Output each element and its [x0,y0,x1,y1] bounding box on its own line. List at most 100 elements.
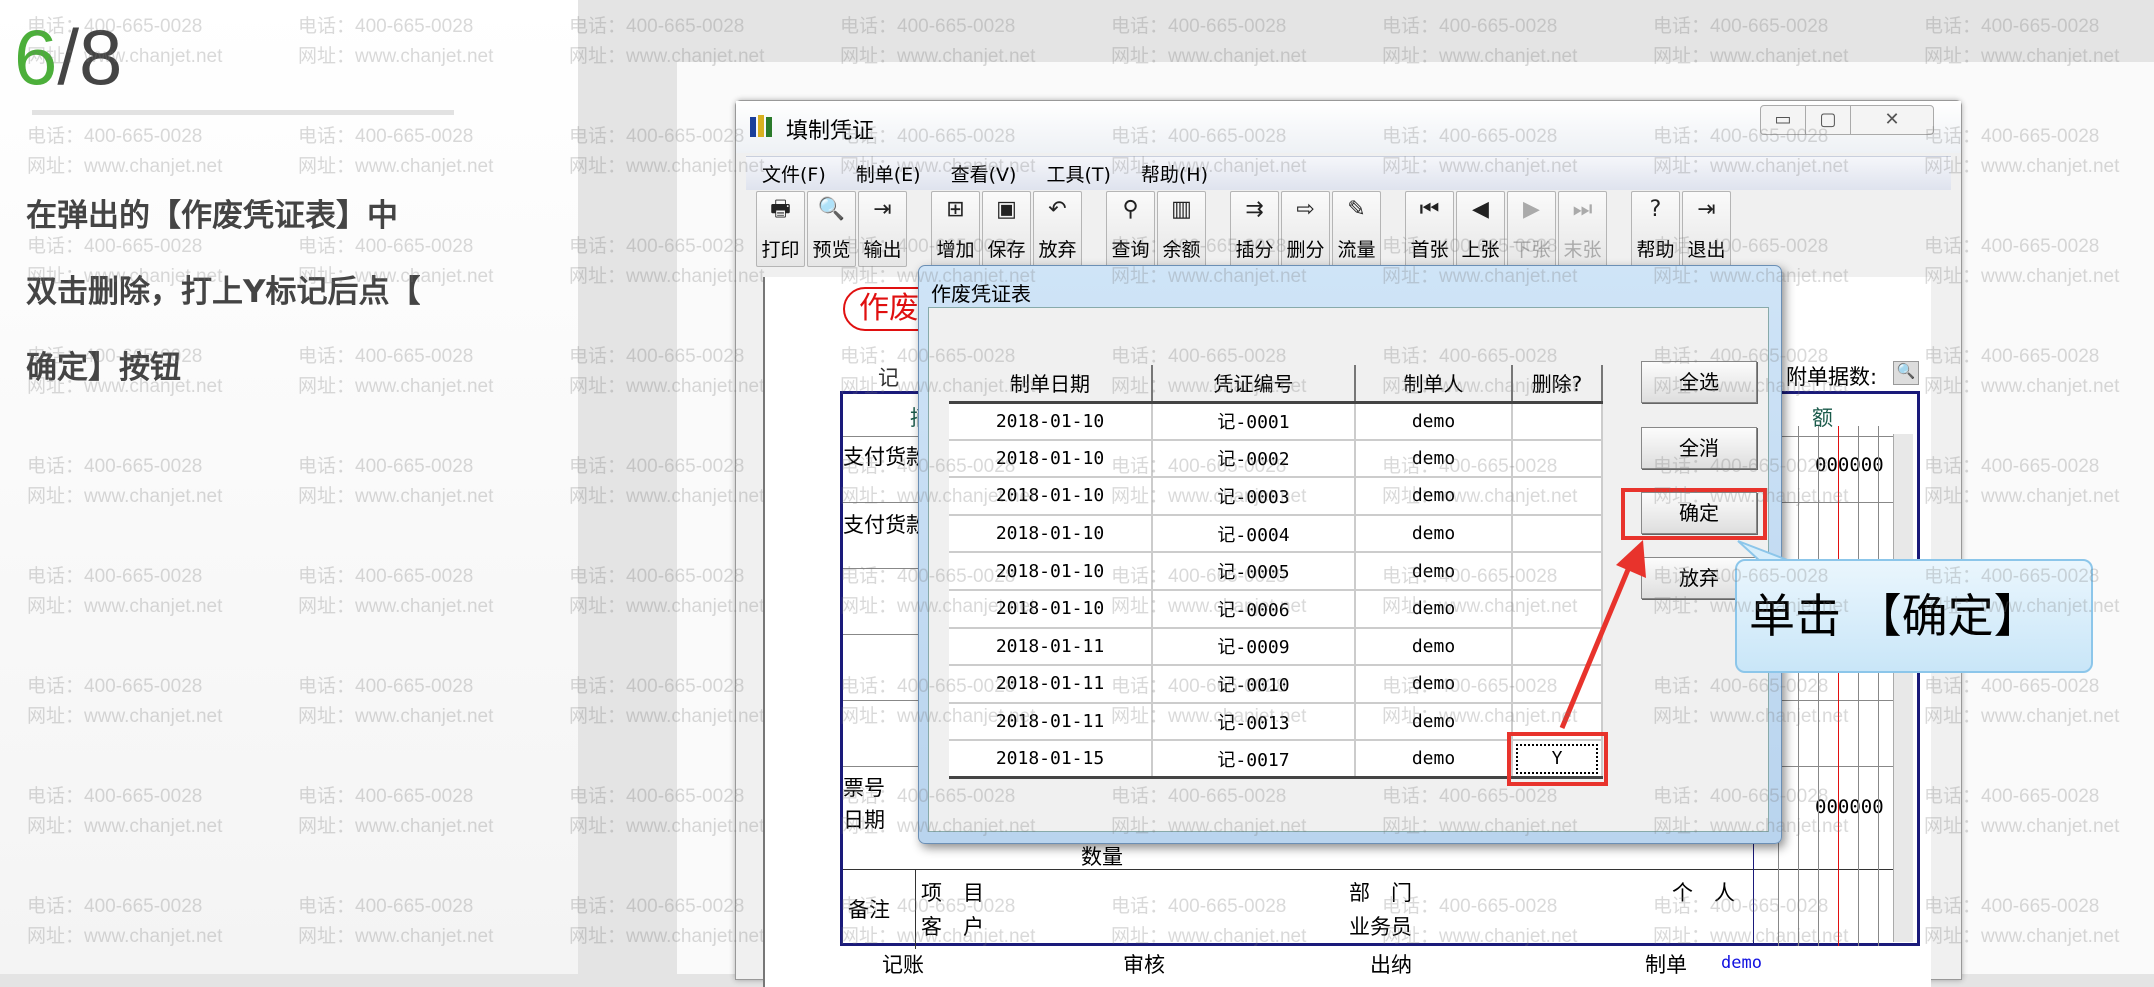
toolbar-button-add[interactable]: ⊞ 增加 [931,191,980,267]
date-cell[interactable]: 2018-01-15 [949,740,1153,780]
date-cell[interactable]: 2018-01-10 [949,477,1153,516]
voucher-no-cell[interactable]: 记-0006 [1152,589,1356,629]
close-button[interactable]: ✕ [1850,105,1934,135]
amount-cell[interactable]: 000000 [1815,454,1884,476]
maker-cell[interactable]: demo [1355,477,1513,516]
toolbar-button-exit[interactable]: ⇥ 退出 [1682,191,1731,267]
voucher-no-cell[interactable]: 记-0003 [1152,477,1356,516]
delete-cell[interactable] [1512,665,1603,704]
watermark-phone: 电话：400-665-0028 [1111,16,1287,37]
date-cell[interactable]: 2018-01-11 [949,702,1153,742]
summary-cell[interactable]: 支付货款 [843,441,927,471]
toolbar-button-help[interactable]: ? 帮助 [1631,191,1680,267]
minimize-button[interactable]: ▭ [1760,105,1806,135]
maker-cell[interactable]: demo [1355,589,1513,629]
salesperson-label: 业务员 [1349,915,1412,939]
dialog-body: 制单日期 凭证编号 制单人 删除? 2018-01-10 记-0001 demo 20… [928,307,1769,832]
menu-item[interactable]: 查看(V) [951,160,1017,187]
menu-item[interactable]: 工具(T) [1046,160,1110,187]
date-cell[interactable]: 2018-01-10 [949,514,1153,554]
maker-cell[interactable]: demo [1355,439,1513,479]
deselect-all-button[interactable]: 全消 [1641,427,1757,469]
voucher-type: 记 [878,366,899,390]
delete-cell[interactable] [1512,627,1603,667]
maker-cell[interactable]: demo [1355,514,1513,554]
voucher-scrollbar[interactable] [1893,434,1913,942]
delete-cell[interactable] [1512,589,1603,629]
amount-column-line [1798,426,1799,946]
toolbar-label: 末张 [1563,239,1602,261]
voucher-no-cell[interactable]: 记-0009 [1152,627,1356,667]
maker-cell[interactable]: demo [1355,740,1513,780]
table-row[interactable]: 2018-01-10 记-0002 demo [949,439,1603,479]
delete-cell[interactable] [1512,514,1603,554]
date-cell[interactable]: 2018-01-10 [949,439,1153,479]
books-icon [750,115,772,137]
toolbar-label: 首张 [1410,239,1449,261]
table-row[interactable]: 2018-01-10 记-0004 demo [949,514,1603,554]
toolbar-button-prev[interactable]: ◀ 上张 [1456,191,1505,267]
toolbar: 🖶 打印 🔍 预览 ⇥ 输出 ⊞ 增加 ▣ 保存 ↶ 放弃 ⚲ 查询 ▥ 余额 ⇉ 插分 ⇨ 删分 ✎ 流量 ⏮ 首张 ◀ 上张 ▶… [756,191,1733,269]
date-cell[interactable]: 2018-01-10 [949,402,1153,441]
toolbar-button-save[interactable]: ▣ 保存 [982,191,1031,267]
toolbar-button-last[interactable]: ⏭ 末张 [1558,191,1607,267]
watermark-phone: 电话：400-665-0028 [1924,16,2100,37]
table-row[interactable]: 2018-01-10 记-0003 demo [949,477,1603,516]
toolbar-button-delete-row[interactable]: ⇨ 删分 [1281,191,1330,267]
table-row[interactable]: 2018-01-11 记-0013 demo [949,702,1603,742]
maker-cell[interactable]: demo [1355,402,1513,441]
printer-icon: 🖶 [770,197,791,222]
maximize-button[interactable]: ▢ [1805,105,1851,135]
void-voucher-table: 制单日期 凭证编号 制单人 删除? 2018-01-10 记-0001 demo 20… [949,365,1603,780]
toolbar-button-preview[interactable]: 🔍 预览 [807,191,856,267]
title-bar[interactable]: 填制凭证 ▭ ▢ ✕ [736,101,1961,153]
voucher-no-cell[interactable]: 记-0005 [1152,552,1356,591]
menu-item[interactable]: 文件(F) [762,160,826,187]
delete-cell[interactable] [1512,477,1603,516]
summary-cell[interactable]: 支付货款 [843,509,927,539]
voucher-no-cell[interactable]: 记-0013 [1152,702,1356,742]
table-row[interactable]: 2018-01-11 记-0010 demo [949,665,1603,704]
maker-cell[interactable]: demo [1355,552,1513,591]
toolbar-button-first[interactable]: ⏮ 首张 [1405,191,1454,267]
toolbar-button-binoculars[interactable]: ⚲ 查询 [1106,191,1155,267]
select-all-button[interactable]: 全选 [1641,361,1757,403]
toolbar-button-insert-row[interactable]: ⇉ 插分 [1230,191,1279,267]
toolbar-label: 上张 [1461,239,1500,261]
delete-cell[interactable] [1512,439,1603,479]
maker-cell[interactable]: demo [1355,627,1513,667]
voucher-no-cell[interactable]: 记-0001 [1152,402,1356,441]
maker-cell[interactable]: demo [1355,665,1513,704]
toolbar-button-printer[interactable]: 🖶 打印 [756,191,805,267]
voucher-no-cell[interactable]: 记-0002 [1152,439,1356,479]
voucher-no-cell[interactable]: 记-0004 [1152,514,1356,554]
menu-item[interactable]: 帮助(H) [1141,160,1208,187]
date-cell[interactable]: 2018-01-11 [949,627,1153,667]
delete-cell[interactable] [1512,552,1603,591]
voucher-no-cell[interactable]: 记-0017 [1152,740,1356,780]
voucher-no-cell[interactable]: 记-0010 [1152,665,1356,704]
insert-row-icon: ⇉ [1245,197,1264,222]
amount-cell[interactable]: 000000 [1815,796,1884,818]
toolbar-button-export[interactable]: ⇥ 输出 [858,191,907,267]
toolbar-label: 余额 [1162,239,1201,261]
maker-cell[interactable]: demo [1355,702,1513,742]
table-row[interactable]: 2018-01-11 记-0009 demo [949,627,1603,667]
toolbar-button-next[interactable]: ▶ 下张 [1507,191,1556,267]
toolbar-button-edit[interactable]: ✎ 流量 [1332,191,1381,267]
menu-item[interactable]: 制单(E) [856,160,921,187]
toolbar-button-bar-chart[interactable]: ▥ 余额 [1157,191,1206,267]
table-row[interactable]: 2018-01-10 记-0001 demo [949,402,1603,441]
delete-cell[interactable] [1512,402,1603,441]
date-cell[interactable]: 2018-01-11 [949,665,1153,704]
table-row[interactable]: 2018-01-15 记-0017 demo Y [949,740,1603,780]
callout-tooltip: 单击 【确定】 [1735,559,2093,673]
table-row[interactable]: 2018-01-10 记-0005 demo [949,552,1603,591]
toolbar-button-undo[interactable]: ↶ 放弃 [1033,191,1082,267]
date-cell[interactable]: 2018-01-10 [949,589,1153,629]
date-cell[interactable]: 2018-01-10 [949,552,1153,591]
search-icon[interactable]: 🔍 [1893,361,1919,385]
table-row[interactable]: 2018-01-10 记-0006 demo [949,589,1603,629]
last-icon: ⏭ [1572,197,1593,222]
prev-icon: ◀ [1472,197,1489,222]
